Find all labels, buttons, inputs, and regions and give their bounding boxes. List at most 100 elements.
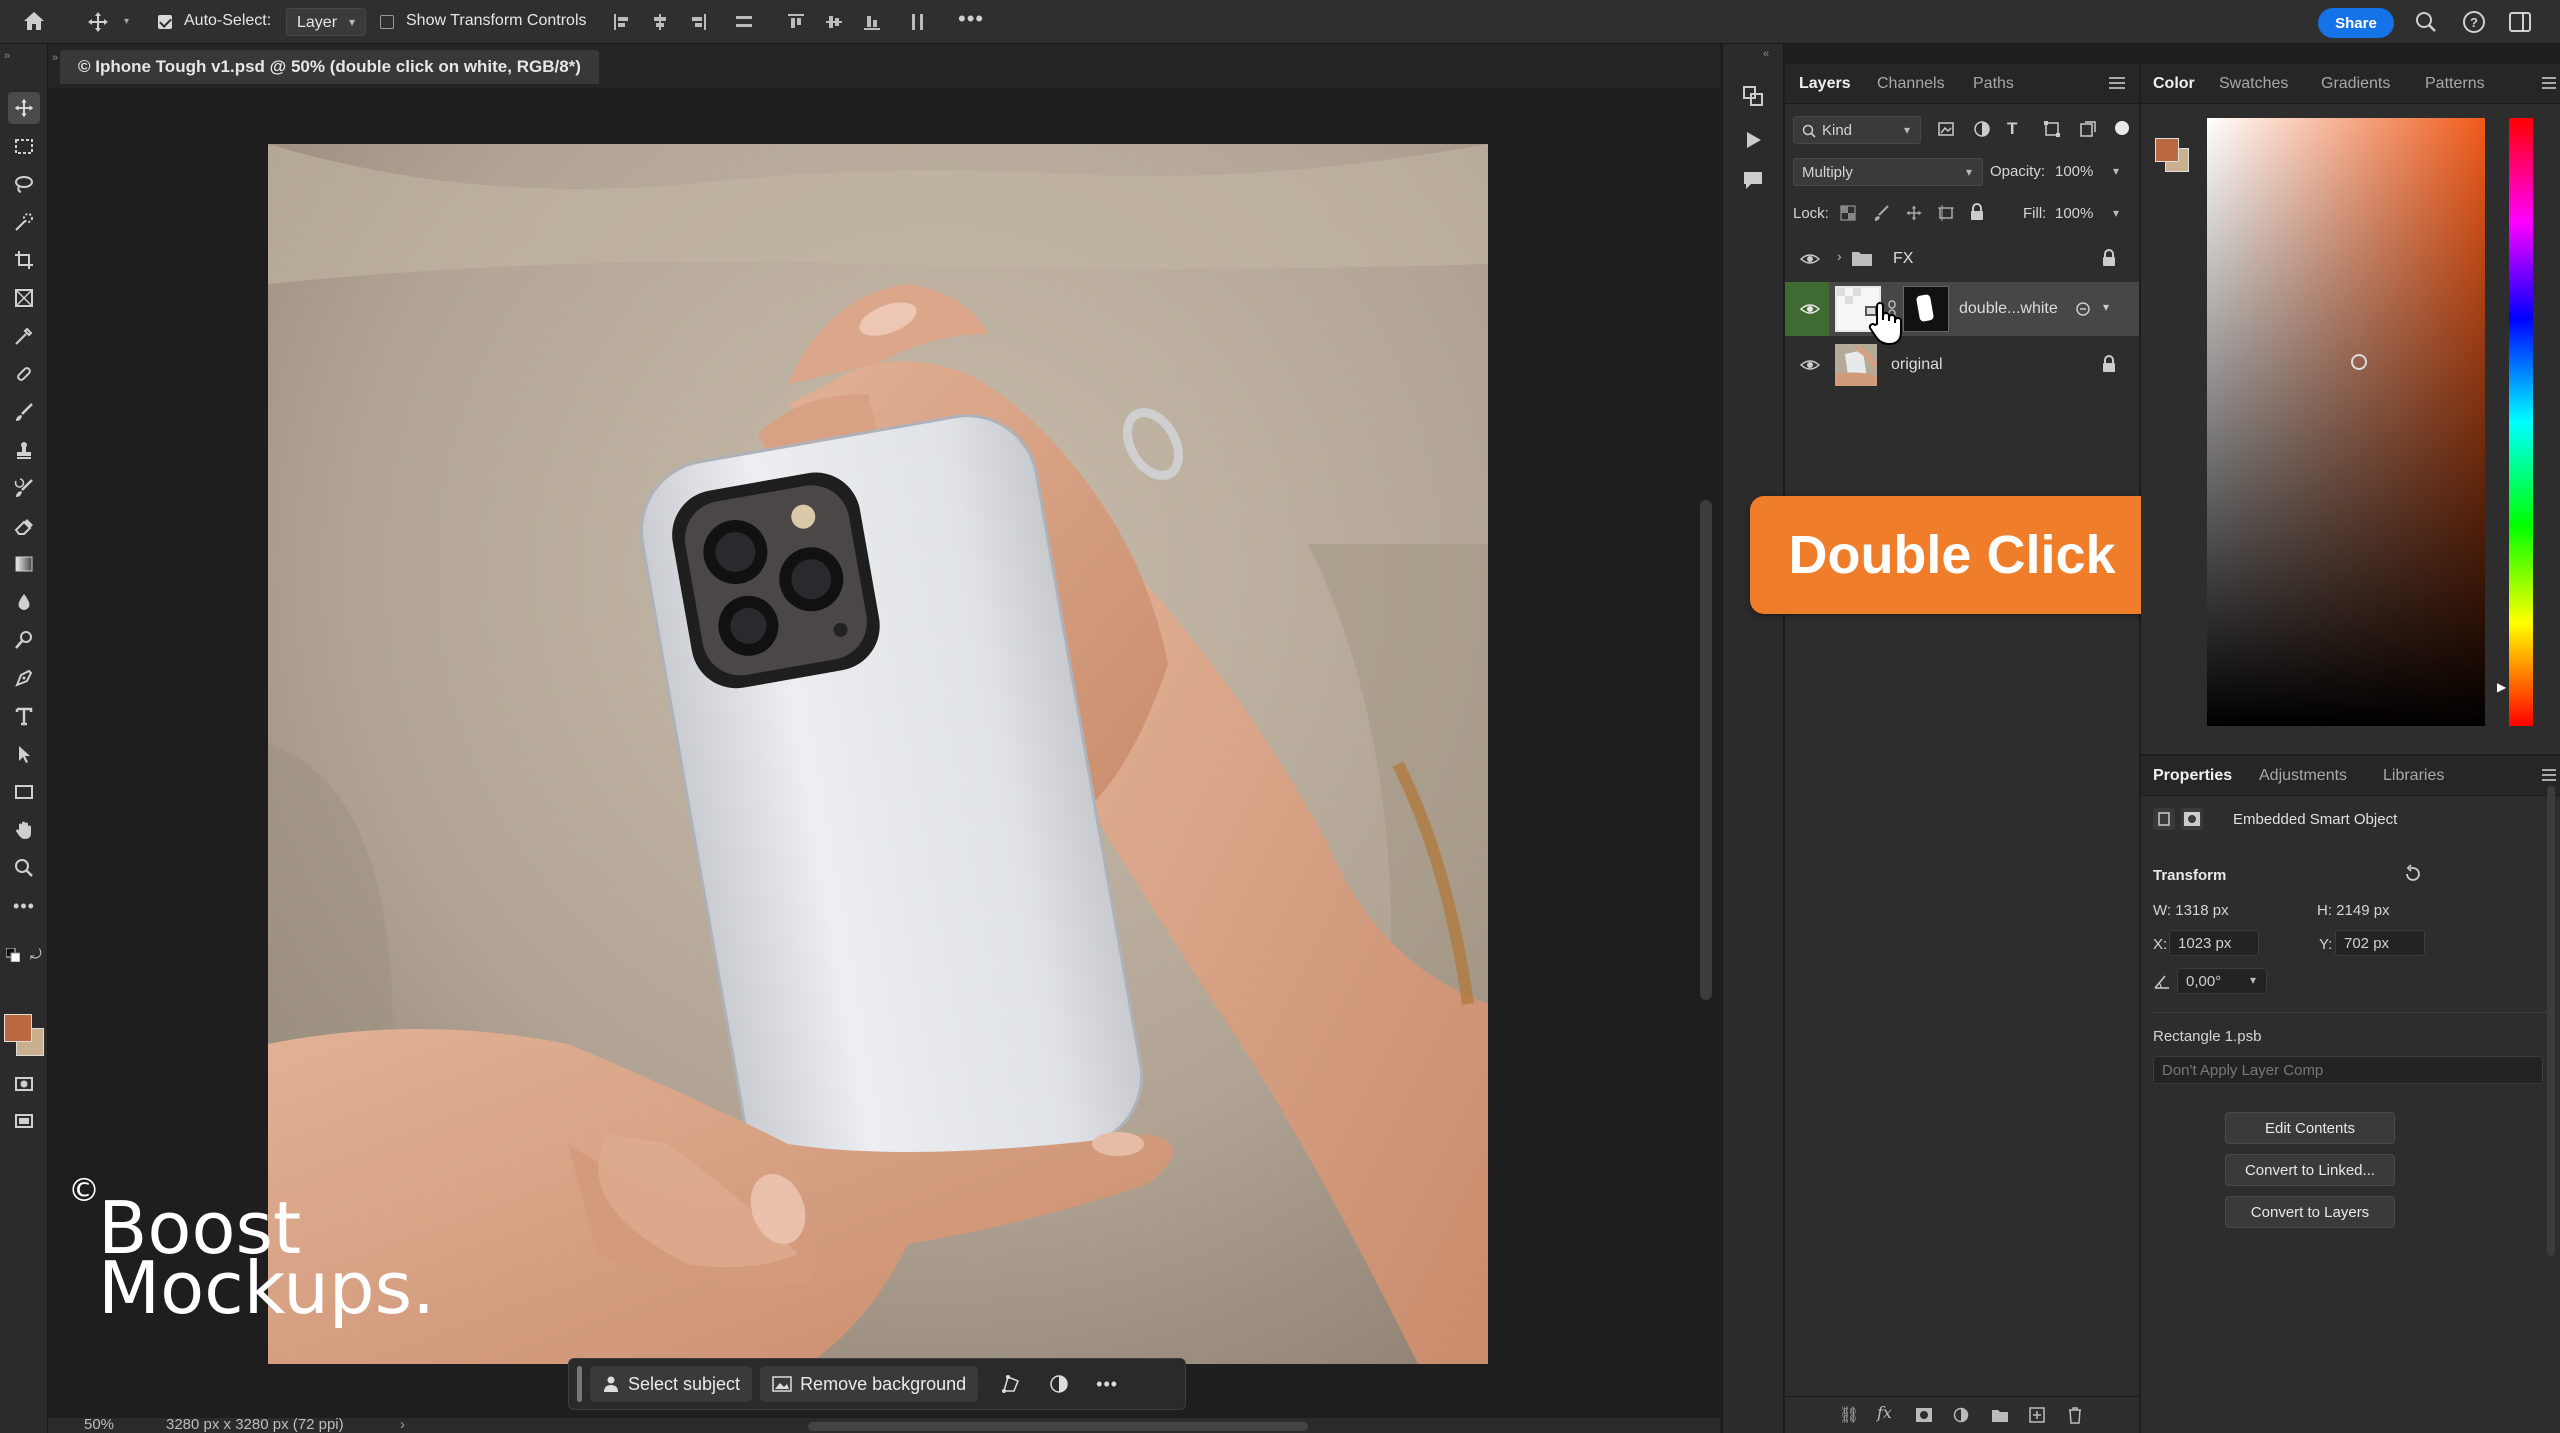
link-layers-icon[interactable]: ⛓ <box>1839 1405 1859 1425</box>
chevron-down-icon[interactable]: ▾ <box>2103 300 2109 314</box>
new-layer-icon[interactable] <box>2029 1406 2045 1424</box>
properties-layer-icon[interactable] <box>2153 808 2175 830</box>
more-options-icon[interactable]: ••• <box>958 6 984 32</box>
lock-pixels-icon[interactable] <box>1873 204 1891 222</box>
color-picker-handle[interactable] <box>2351 354 2367 370</box>
panel-menu-icon[interactable] <box>2542 76 2556 90</box>
chevron-down-icon[interactable]: ▾ <box>124 16 129 27</box>
pen-icon[interactable] <box>8 662 40 694</box>
fill-value[interactable]: 100% <box>2055 205 2093 222</box>
tab-channels[interactable]: Channels <box>1877 64 1945 104</box>
show-transform-checkbox[interactable] <box>380 15 394 29</box>
gradient-icon[interactable] <box>8 548 40 580</box>
tab-libraries[interactable]: Libraries <box>2383 756 2444 796</box>
tab-adjustments[interactable]: Adjustments <box>2259 756 2347 796</box>
eraser-icon[interactable] <box>8 510 40 542</box>
reset-transform-icon[interactable] <box>2403 864 2423 884</box>
blur-icon[interactable] <box>8 586 40 618</box>
tab-color[interactable]: Color <box>2153 64 2195 104</box>
eyedropper-icon[interactable] <box>8 320 40 352</box>
blend-mode-dropdown[interactable]: Multiply ▾ <box>1793 158 1983 186</box>
chevron-down-icon[interactable]: ▾ <box>2113 164 2119 178</box>
auto-select-dropdown[interactable]: Layer ▾ <box>286 8 366 36</box>
angle-field[interactable]: 0,00° ▾ <box>2177 968 2267 994</box>
dodge-icon[interactable] <box>8 624 40 656</box>
history-panel-icon[interactable] <box>1741 84 1765 108</box>
chevron-down-icon[interactable]: ▾ <box>2113 206 2119 220</box>
color-foreground-swatch[interactable] <box>2155 138 2179 162</box>
properties-scrollbar[interactable] <box>2547 786 2555 1256</box>
filter-kind-dropdown[interactable]: Kind ▾ <box>1793 116 1921 144</box>
share-button[interactable]: Share <box>2318 8 2394 38</box>
path-selection-icon[interactable] <box>8 738 40 770</box>
color-field[interactable] <box>2207 118 2485 726</box>
align-left-icon[interactable] <box>612 12 632 32</box>
visibility-eye-icon[interactable] <box>1799 298 1821 320</box>
layer-row-double-white[interactable]: double...white ▾ <box>1785 282 2139 346</box>
help-icon[interactable]: ? <box>2462 10 2486 34</box>
select-subject-button[interactable]: Select subject <box>590 1366 753 1402</box>
collapse-icon[interactable]: « <box>1763 48 1769 60</box>
convert-to-layers-button[interactable]: Convert to Layers <box>2225 1196 2395 1228</box>
foreground-color-swatch[interactable] <box>4 1014 32 1042</box>
convert-to-linked-button[interactable]: Convert to Linked... <box>2225 1154 2395 1186</box>
history-brush-icon[interactable] <box>8 472 40 504</box>
home-icon[interactable] <box>22 10 46 32</box>
tab-gradients[interactable]: Gradients <box>2321 64 2390 104</box>
type-tool-icon[interactable] <box>8 700 40 732</box>
healing-brush-icon[interactable] <box>8 358 40 390</box>
move-tool-options-icon[interactable] <box>86 10 110 34</box>
tab-layers[interactable]: Layers <box>1799 64 1851 104</box>
opacity-value[interactable]: 100% <box>2055 163 2093 180</box>
remove-background-button[interactable]: Remove background <box>760 1366 979 1402</box>
layer-row-fx-group[interactable]: › FX <box>1785 236 2139 282</box>
quick-mask-icon[interactable] <box>8 1068 40 1100</box>
layer-mask-thumbnail[interactable] <box>1903 286 1949 332</box>
search-icon[interactable] <box>2414 10 2438 34</box>
hue-slider-handle[interactable]: ▶ <box>2497 680 2506 694</box>
align-right-icon[interactable] <box>688 12 708 32</box>
align-top-icon[interactable] <box>786 12 806 32</box>
distribute-icon[interactable] <box>734 12 754 32</box>
document-canvas-image[interactable] <box>268 144 1488 1364</box>
auto-select-checkbox[interactable] <box>158 15 172 29</box>
lock-artboard-icon[interactable] <box>1937 204 1955 222</box>
vertical-scrollbar[interactable] <box>1700 500 1712 1000</box>
distribute-vertical-icon[interactable] <box>908 12 928 32</box>
panel-menu-icon[interactable] <box>2542 768 2556 782</box>
new-group-icon[interactable] <box>1991 1407 2009 1423</box>
clone-stamp-icon[interactable] <box>8 434 40 466</box>
layer-row-original[interactable]: original <box>1785 342 2139 388</box>
add-mask-icon[interactable] <box>1915 1407 1933 1423</box>
lock-position-icon[interactable] <box>1905 204 1923 222</box>
expand-toolbar-icon[interactable]: » <box>4 50 10 62</box>
filter-adjustment-icon[interactable] <box>1973 120 1991 138</box>
lasso-icon[interactable] <box>8 168 40 200</box>
chevron-right-icon[interactable]: › <box>400 1416 405 1433</box>
tab-swatches[interactable]: Swatches <box>2219 64 2288 104</box>
filter-pixel-icon[interactable] <box>1937 120 1955 138</box>
align-center-icon[interactable] <box>650 12 670 32</box>
properties-mask-icon[interactable] <box>2181 808 2203 830</box>
panel-menu-icon[interactable] <box>2109 76 2125 90</box>
rectangle-tool-icon[interactable] <box>8 776 40 808</box>
layer-thumbnail[interactable] <box>1835 344 1877 386</box>
adjustment-layer-icon[interactable] <box>1953 1407 1969 1423</box>
x-field[interactable]: 1023 px <box>2169 930 2259 956</box>
expand-icon[interactable]: » <box>52 52 58 64</box>
comments-icon[interactable] <box>1741 168 1765 192</box>
zoom-tool-icon[interactable] <box>8 852 40 884</box>
fx-icon[interactable]: fx <box>1877 1403 1892 1422</box>
edit-toolbar-icon[interactable]: ••• <box>8 890 40 922</box>
hand-tool-icon[interactable] <box>8 814 40 846</box>
more-options-icon[interactable]: ••• <box>1096 1374 1118 1395</box>
filter-toggle-icon[interactable] <box>2115 121 2129 135</box>
smart-filter-icon[interactable] <box>2075 301 2091 317</box>
layer-comp-dropdown[interactable]: Don't Apply Layer Comp <box>2153 1056 2543 1084</box>
edit-contents-button[interactable]: Edit Contents <box>2225 1112 2395 1144</box>
default-colors-icon[interactable] <box>6 948 20 962</box>
drag-handle[interactable] <box>577 1366 582 1402</box>
filter-smart-object-icon[interactable] <box>2079 120 2097 138</box>
horizontal-scrollbar[interactable] <box>808 1422 1308 1431</box>
chevron-down-icon[interactable]: ▾ <box>2250 973 2256 987</box>
